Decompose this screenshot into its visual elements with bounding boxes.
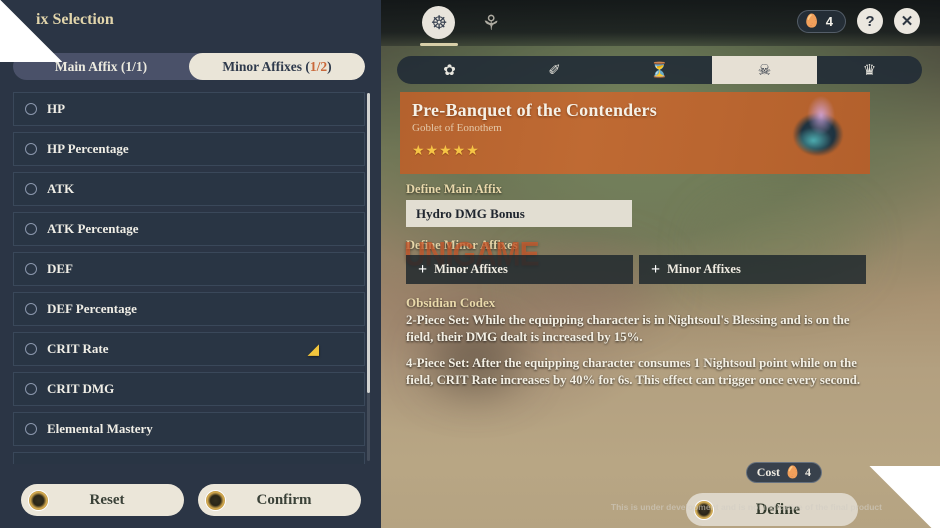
affix-label: CRIT DMG	[47, 381, 115, 396]
define-main-affix-label: Define Main Affix	[406, 182, 502, 196]
nav-active-underline	[420, 43, 458, 46]
set-bonus-2pc: 2-Piece Set: While the equipping charact…	[406, 313, 850, 344]
feather-icon: ✐	[548, 62, 561, 79]
alchemy-flask-icon: ⚘	[481, 10, 501, 35]
radio-icon[interactable]	[25, 343, 37, 355]
confirm-button-label: Confirm	[256, 491, 312, 508]
reset-button-label: Reset	[89, 491, 125, 508]
artifact-sphere-icon: ☸	[430, 12, 448, 34]
affix-row-def-percentage[interactable]: DEF Percentage	[13, 292, 365, 326]
affix-row-crit-rate[interactable]: CRIT Rate ◢	[13, 332, 365, 366]
minor-affix-slot-1[interactable]: + Minor Affixes	[406, 255, 633, 284]
affix-row-def[interactable]: DEF	[13, 252, 365, 286]
affix-type-segmented-control: Main Affix (1/1) Minor Affixes (1/2)	[13, 53, 365, 80]
artifact-slot-tabs: ✿ ✐ ⏳ ☠ ♛	[397, 56, 922, 84]
slot-tab-circlet[interactable]: ♛	[817, 56, 922, 84]
radio-icon[interactable]	[25, 103, 37, 115]
minor-affix-slot-2[interactable]: + Minor Affixes	[639, 255, 866, 284]
artifact-thumbnail	[780, 96, 856, 170]
nav-alchemy-flask-button[interactable]: ⚘	[472, 4, 510, 42]
radio-icon[interactable]	[25, 383, 37, 395]
affix-label: ATK Percentage	[47, 221, 139, 236]
affix-label: HP Percentage	[47, 141, 129, 156]
define-minor-affixes-label: Define Minor Affixes	[406, 238, 518, 252]
minor-affix-slot-label: Minor Affixes	[667, 262, 741, 276]
affix-label: ATK	[47, 181, 75, 196]
affix-label: HP	[47, 101, 66, 116]
plus-icon: +	[651, 260, 661, 278]
top-right-controls: 🥚 4 ? ✕	[796, 8, 920, 34]
radio-icon[interactable]	[25, 423, 37, 435]
help-button[interactable]: ?	[857, 8, 883, 34]
radio-icon[interactable]	[25, 183, 37, 195]
nav-artifact-sphere-button[interactable]: ☸	[420, 4, 458, 46]
confirm-ring-icon	[204, 489, 226, 511]
radio-icon[interactable]	[25, 263, 37, 275]
minor-affix-slot-label: Minor Affixes	[434, 262, 508, 276]
goblet-icon: ☠	[757, 62, 772, 79]
main-affix-value-field[interactable]: Hydro DMG Bonus	[406, 200, 632, 227]
affix-label: Elemental Mastery	[47, 421, 153, 436]
mouse-cursor-icon: ◢	[307, 342, 319, 358]
artifact-card[interactable]: Pre-Banquet of the Contenders Goblet of …	[400, 92, 870, 174]
currency-icon: 🥚	[803, 13, 820, 28]
radio-icon[interactable]	[25, 143, 37, 155]
crown-icon: ♛	[862, 62, 877, 79]
plus-icon: +	[418, 260, 428, 278]
cost-label: Cost	[756, 465, 781, 479]
radio-icon[interactable]	[25, 223, 37, 235]
cost-badge: Cost 🥚 4	[745, 462, 822, 483]
affix-list-scrollbar[interactable]	[367, 93, 370, 461]
slot-tab-goblet[interactable]: ☠	[712, 56, 817, 84]
affix-selection-panel: ix Selection Main Affix (1/1) Minor Affi…	[0, 0, 381, 528]
hourglass-icon: ⏳	[650, 62, 669, 79]
panel-footer: Reset Confirm	[0, 472, 381, 528]
page-title: ix Selection	[36, 11, 114, 28]
currency-icon: 🥚	[785, 465, 800, 479]
cost-value: 4	[805, 465, 811, 479]
affix-row-partial[interactable]	[13, 452, 365, 464]
reset-ring-icon	[27, 489, 49, 511]
currency-counter[interactable]: 🥚 4	[796, 9, 846, 33]
slot-tab-flower[interactable]: ✿	[397, 56, 502, 84]
affix-label: DEF Percentage	[47, 301, 137, 316]
minor-affix-slots: + Minor Affixes + Minor Affixes	[406, 255, 866, 284]
affix-row-crit-dmg[interactable]: CRIT DMG	[13, 372, 365, 406]
affix-row-atk[interactable]: ATK	[13, 172, 365, 206]
tab-minor-affixes-count: 1/2	[309, 58, 328, 74]
affix-row-elemental-mastery[interactable]: Elemental Mastery	[13, 412, 365, 446]
main-affix-value: Hydro DMG Bonus	[416, 205, 525, 221]
affix-label: DEF	[47, 261, 73, 276]
affix-row-hp[interactable]: HP	[13, 92, 365, 126]
app-screen: ☸ ⚘ 🥚 4 ? ✕ ✿ ✐ ⏳ ☠ ♛ Pre-Banquet of the…	[0, 0, 940, 528]
slot-tab-feather[interactable]: ✐	[502, 56, 607, 84]
development-disclaimer: This is under development and is not ind…	[610, 502, 882, 512]
affix-list: HP HP Percentage ATK ATK Percentage DEF …	[13, 92, 365, 464]
radio-icon[interactable]	[25, 303, 37, 315]
affix-row-atk-percentage[interactable]: ATK Percentage	[13, 212, 365, 246]
tab-minor-affixes[interactable]: Minor Affixes (1/2)	[189, 53, 365, 80]
currency-value: 4	[825, 13, 833, 29]
set-bonus-description: 2-Piece Set: While the equipping charact…	[406, 312, 861, 398]
tab-main-affix[interactable]: Main Affix (1/1)	[13, 53, 189, 80]
confirm-button[interactable]: Confirm	[197, 484, 361, 516]
affix-label: CRIT Rate	[47, 341, 109, 356]
tab-minor-affixes-close: )	[327, 58, 332, 74]
reset-button[interactable]: Reset	[20, 484, 184, 516]
tab-minor-affixes-text: Minor Affixes (	[222, 58, 310, 74]
set-bonus-name: Obsidian Codex	[406, 295, 496, 310]
affix-row-hp-percentage[interactable]: HP Percentage	[13, 132, 365, 166]
scrollbar-thumb[interactable]	[367, 93, 370, 393]
flower-icon: ✿	[443, 62, 456, 79]
close-button[interactable]: ✕	[894, 8, 920, 34]
set-bonus-4pc: 4-Piece Set: After the equipping charact…	[406, 355, 861, 387]
slot-tab-sands[interactable]: ⏳	[607, 56, 712, 84]
top-nav: ☸ ⚘	[420, 4, 510, 46]
